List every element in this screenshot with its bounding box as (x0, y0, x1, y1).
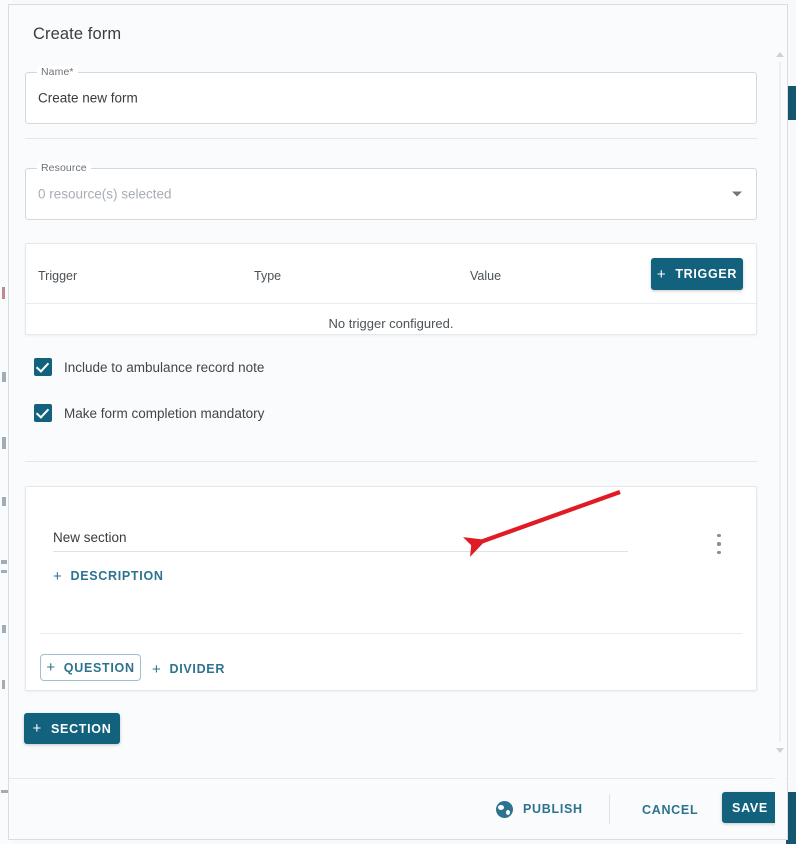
background-fleck (2, 625, 6, 633)
resource-field[interactable]: Resource 0 resource(s) selected (25, 162, 757, 220)
publish-button[interactable]: PUBLISH (496, 798, 583, 820)
type-column-header: Type (254, 269, 282, 283)
dialog-title: Create form (33, 25, 122, 43)
name-field[interactable]: Name* Create new form (25, 66, 757, 124)
dialog-footer: PUBLISH CANCEL SAVE (9, 778, 787, 839)
background-fleck (1, 790, 8, 793)
resource-field-label: Resource (37, 162, 91, 174)
add-divider-button[interactable]: + DIVIDER (152, 660, 225, 678)
trigger-column-header: Trigger (38, 269, 78, 283)
option-include-ambulance-note[interactable]: Include to ambulance record note (34, 358, 264, 376)
name-field-label: Name* (37, 66, 78, 78)
add-trigger-button-label: TRIGGER (675, 267, 738, 281)
more-vertical-icon[interactable] (710, 534, 728, 554)
divider-after-name (25, 138, 757, 139)
resource-field-value: 0 resource(s) selected (38, 186, 172, 202)
publish-button-label: PUBLISH (523, 802, 583, 816)
add-question-button[interactable]: + QUESTION (40, 654, 141, 681)
plus-icon: + (53, 567, 63, 585)
chevron-down-icon[interactable] (732, 191, 742, 197)
add-trigger-button[interactable]: + TRIGGER (651, 258, 743, 290)
globe-icon (496, 800, 513, 818)
option-label: Include to ambulance record note (64, 359, 265, 375)
value-column-header: Value (470, 269, 502, 283)
add-description-button-label: DESCRIPTION (70, 569, 164, 583)
checkbox-mandatory-completion[interactable] (34, 404, 52, 422)
option-label: Make form completion mandatory (64, 405, 265, 421)
screen: Create form Name* Create new form Resour… (0, 0, 796, 844)
save-button[interactable]: SAVE (722, 792, 778, 823)
plus-icon: + (656, 265, 667, 283)
section-title-input[interactable] (53, 530, 628, 552)
footer-divider (609, 794, 610, 824)
option-mandatory-completion[interactable]: Make form completion mandatory (34, 404, 264, 422)
background-fleck (2, 497, 6, 506)
background-fleck (2, 372, 6, 382)
scroll-up-arrow-icon[interactable] (776, 52, 784, 57)
background-fleck (1, 570, 7, 573)
add-section-button[interactable]: + SECTION (24, 713, 120, 744)
trigger-empty-message: No trigger configured. (328, 316, 454, 331)
checkbox-include-ambulance-note[interactable] (34, 358, 52, 376)
plus-icon: + (152, 660, 162, 678)
name-field-value: Create new form (38, 90, 138, 106)
create-form-dialog: Create form Name* Create new form Resour… (8, 4, 788, 840)
section-inner-divider (40, 633, 742, 634)
divider-before-sections (25, 461, 757, 462)
add-question-button-label: QUESTION (63, 660, 135, 675)
trigger-table-card: Trigger Type Value + TRIGGER No trigger … (25, 243, 757, 335)
background-fleck (2, 437, 6, 449)
plus-icon: + (46, 659, 56, 676)
add-section-button-label: SECTION (51, 721, 112, 736)
table-header-divider (26, 303, 756, 304)
plus-icon: + (32, 720, 42, 737)
scroll-down-arrow-icon[interactable] (776, 748, 784, 753)
add-description-button[interactable]: + DESCRIPTION (53, 566, 164, 586)
cancel-button-label: CANCEL (642, 803, 699, 817)
background-fleck (1, 560, 7, 564)
dialog-scrollbar[interactable] (775, 6, 786, 839)
background-fleck (2, 287, 5, 299)
cancel-button[interactable]: CANCEL (642, 799, 698, 821)
save-button-label: SAVE (732, 800, 768, 815)
scrollbar-track[interactable] (779, 62, 781, 742)
add-divider-button-label: DIVIDER (169, 662, 226, 676)
form-section-card: + DESCRIPTION + QUESTION + DIVIDER (25, 486, 757, 691)
background-fleck (2, 680, 5, 689)
